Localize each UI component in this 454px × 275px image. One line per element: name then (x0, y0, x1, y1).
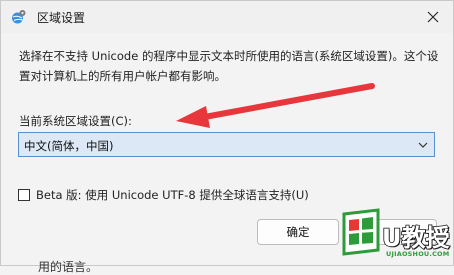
description-text: 选择在不支持 Unicode 的程序中显示文本时所使用的语言(系统区域设置)。这… (19, 49, 439, 83)
window-title: 区域设置 (37, 11, 86, 25)
title-bar: 区域设置 (1, 1, 453, 33)
watermark-brand: U教授 (381, 223, 450, 253)
beta-utf8-label: Beta 版: 使用 Unicode UTF-8 提供全球语言支持(U) (36, 188, 309, 202)
ok-button[interactable]: 确定 (257, 219, 339, 245)
beta-utf8-checkbox[interactable] (18, 189, 30, 201)
close-icon (427, 11, 439, 23)
watermark-url: UJIAOSHOU.COM (386, 250, 450, 258)
globe-gear-icon (12, 10, 26, 24)
watermark: U教授 UJIAOSHOU.COM (334, 200, 454, 266)
background-window-text: 用的语言。 (38, 260, 99, 274)
beta-utf8-option[interactable]: Beta 版: 使用 Unicode UTF-8 提供全球语言支持(U) (18, 187, 309, 203)
windows-logo-icon (342, 208, 380, 256)
close-button[interactable] (419, 5, 447, 29)
locale-select-value: 中文(简体，中国) (24, 139, 114, 153)
current-locale-label: 当前系统区域设置(C): (19, 114, 132, 128)
locale-select[interactable]: 中文(简体，中国) (18, 132, 435, 157)
chevron-down-icon (418, 142, 428, 148)
